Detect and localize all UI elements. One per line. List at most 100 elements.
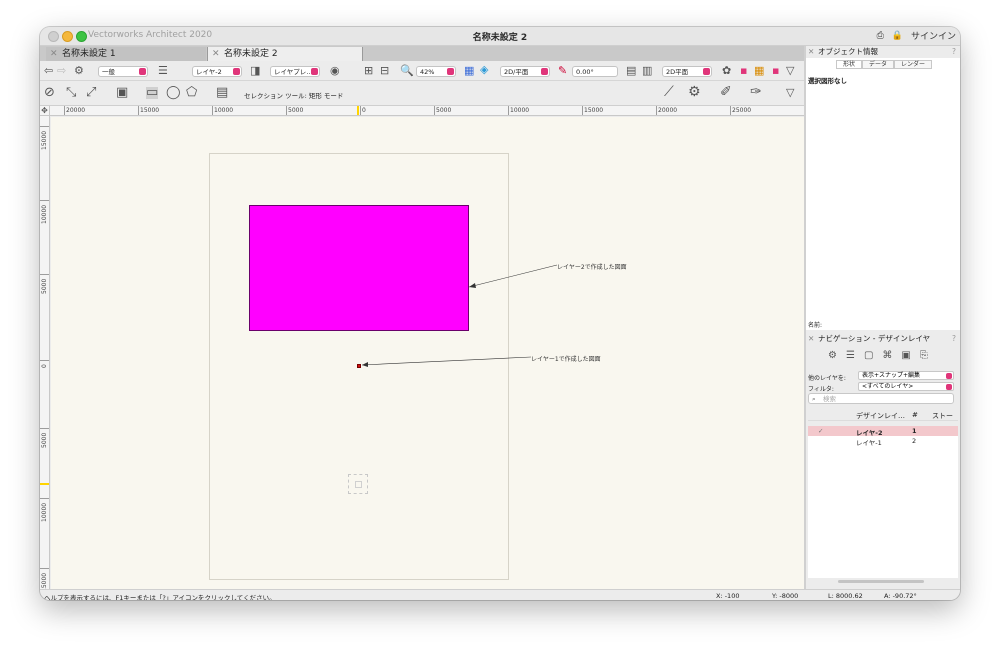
back-icon[interactable]: ⇦ — [44, 65, 53, 77]
attributes-icon[interactable]: ✑ — [750, 85, 762, 99]
zoom-icon[interactable]: 🔍 — [400, 65, 414, 77]
color-palette-icon[interactable]: ▦ — [754, 65, 764, 77]
palette-dropdown-icon[interactable]: ▪ — [772, 65, 779, 77]
ruler-tick: 5000 — [434, 106, 452, 115]
other-layers-label: 他のレイヤを: — [808, 375, 846, 382]
settings-gear-icon[interactable]: ⚙ — [688, 85, 701, 99]
table-row[interactable]: レイヤ-1 2 — [808, 436, 958, 447]
ruler-tick: 5000 — [40, 428, 49, 448]
ruler-tick: 0 — [360, 106, 366, 115]
column-story[interactable]: ストー — [932, 411, 953, 421]
lock-icon: 🔒 — [891, 30, 903, 41]
signin-link[interactable]: サインイン — [911, 29, 956, 42]
filter-select[interactable]: <すべてのレイヤ> — [858, 382, 954, 391]
leader-line-layer2 — [468, 264, 558, 288]
annotation-layer1: レイヤー1で作成した図面 — [531, 356, 601, 363]
rotation-angle-field[interactable]: 0.00° — [572, 66, 618, 77]
ruler-tick: 20000 — [656, 106, 678, 115]
select-mode-icon[interactable]: ▣ — [116, 86, 128, 99]
fit-page-icon[interactable]: ⊟ — [380, 65, 389, 77]
tab-document-1[interactable]: ✕ 名称未設定 1 — [46, 47, 206, 61]
vertical-ruler[interactable]: 15000 10000 5000 0 5000 10000 15000 — [40, 116, 50, 590]
close-palette-icon[interactable]: ✕ — [808, 333, 814, 345]
close-tab-icon[interactable]: ✕ — [212, 47, 220, 61]
layer-list-empty-area — [808, 446, 958, 578]
table-row[interactable]: ✓ レイヤ-2 1 — [808, 426, 958, 437]
layer-select[interactable]: レイヤ-2 — [192, 66, 242, 77]
drawing-canvas[interactable]: レイヤー2で作成した図面 レイヤー1で作成した図面 — [51, 117, 804, 589]
more-chevron-icon[interactable]: ▽ — [786, 87, 794, 99]
ruler-tick: 10000 — [508, 106, 530, 115]
zoom-select[interactable]: 42% — [416, 66, 456, 77]
help-icon[interactable]: ? — [952, 333, 956, 345]
signin-area[interactable]: ⎙ 🔒 サインイン — [877, 29, 956, 43]
column-number[interactable]: # — [912, 411, 918, 419]
annotation-layer2: レイヤー2で作成した図面 — [557, 264, 627, 271]
document-tabs: ✕ 名称未設定 1 ✕ 名称未設定 2 — [40, 46, 804, 61]
render-mode-select[interactable]: 2D平面 — [662, 66, 712, 77]
viewports-icon[interactable]: ⌘ — [882, 350, 892, 361]
rectangle-mode-icon[interactable]: ▭ — [146, 86, 159, 99]
tab-data[interactable]: データ — [862, 60, 895, 69]
print-icon[interactable]: ⎙ — [877, 31, 884, 41]
lasso-mode-icon[interactable]: ◯ — [166, 86, 181, 99]
tab-document-2[interactable]: ✕ 名称未設定 2 — [207, 47, 363, 61]
disable-select-icon[interactable]: ⊘ — [44, 86, 55, 99]
references-icon[interactable]: ⎘ — [920, 350, 928, 361]
lighting-icon[interactable]: ✿ — [722, 65, 731, 77]
more-chevron-icon[interactable]: ▽ — [786, 65, 794, 77]
fit-objects-icon[interactable]: ⊞ — [364, 65, 373, 77]
sheet-view-icon[interactable]: ▤ — [626, 65, 636, 77]
standard-views-icon[interactable]: ▦ — [464, 65, 474, 77]
close-palette-icon[interactable]: ✕ — [808, 46, 814, 58]
column-design-layer[interactable]: デザインレイ… — [856, 411, 905, 421]
design-layers-icon[interactable]: ☰ — [846, 350, 855, 361]
tab-shape[interactable]: 形状 — [836, 60, 863, 69]
horizontal-scrollbar[interactable] — [838, 580, 924, 583]
horizontal-ruler[interactable]: 20000 15000 10000 5000 0 5000 10000 1500… — [50, 106, 804, 116]
layout-icon[interactable]: ▥ — [642, 65, 652, 77]
navigation-type-icons: ⚙ ☰ ▢ ⌘ ▣ ⎘ — [828, 350, 928, 361]
mode-bar: ⊘ ⤡ ⤢ ▣ ▭ ◯ ⬠ ▤ セレクション ツール: 矩形 モード ⟋ ⚙ ✐… — [40, 82, 804, 106]
app-window: Vectorworks Architect 2020 名称未設定 2 ⎙ 🔒 サ… — [40, 27, 960, 600]
help-icon[interactable]: ? — [952, 46, 956, 58]
other-layers-select[interactable]: 表示+スナップ+編集 — [858, 371, 954, 380]
active-layer-check-icon[interactable]: ✓ — [818, 427, 823, 435]
layer-plane-icon[interactable]: ◨ — [250, 65, 260, 77]
multi-resize-icon[interactable]: ⤢ — [86, 86, 96, 99]
tab-render[interactable]: レンダー — [894, 60, 933, 69]
tool-preferences-icon[interactable]: ▤ — [216, 86, 228, 99]
layer-plane-select[interactable]: レイヤプレ… — [270, 66, 320, 77]
edit-icon[interactable]: ✐ — [720, 85, 732, 99]
ruler-tick: 15000 — [138, 106, 160, 115]
ruler-tick: 15000 — [40, 126, 49, 150]
sheet-layers-icon[interactable]: ▢ — [864, 350, 873, 361]
tab-label: 名称未設定 1 — [62, 49, 116, 59]
view-center-marker — [348, 474, 368, 494]
search-input[interactable]: ⌕ 検索 — [808, 393, 954, 404]
class-icon[interactable]: ⚙ — [74, 65, 84, 77]
ruler-origin-icon[interactable]: ✥ — [40, 106, 50, 116]
close-tab-icon[interactable]: ✕ — [50, 47, 58, 61]
view-select[interactable]: 2D/平面 — [500, 66, 550, 77]
view-settings-icon[interactable]: ◉ — [330, 65, 340, 77]
resize-mode-icon[interactable]: ⤡ — [66, 86, 76, 99]
layer-stack-icon[interactable]: ☰ — [158, 65, 168, 77]
lighting-dropdown-icon[interactable]: ▪ — [740, 65, 747, 77]
projection-icon[interactable]: ◈ — [480, 64, 488, 76]
cursor-marker — [357, 106, 359, 115]
polygon-mode-icon[interactable]: ⬠ — [186, 86, 197, 99]
ruler-tick: 10000 — [40, 200, 49, 224]
snap-icon[interactable]: ⟋ — [664, 85, 674, 99]
ruler-tick: 5000 — [286, 106, 304, 115]
leader-line-layer1 — [361, 356, 532, 366]
ruler-tick: 0 — [40, 360, 49, 368]
forward-icon[interactable]: ⇨ — [57, 65, 66, 77]
help-message: ヘルプを表示するには、F1キーまたは「?」アイコンをクリックしてください。 — [44, 594, 276, 600]
classes-icon[interactable]: ⚙ — [828, 350, 837, 361]
rotate-plan-icon[interactable]: ✎ — [558, 65, 567, 77]
class-select[interactable]: 一般 — [98, 66, 148, 77]
palette-title: ✕ オブジェクト情報 ? — [806, 46, 960, 58]
arrowhead-layer2 — [469, 283, 476, 288]
saved-views-icon[interactable]: ▣ — [901, 350, 910, 361]
